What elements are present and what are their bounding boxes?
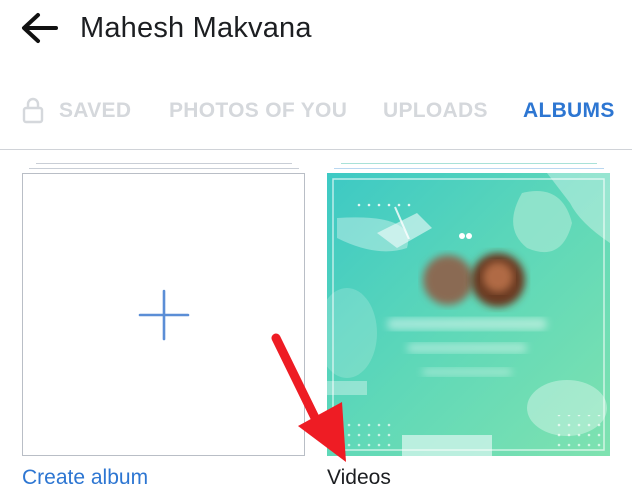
album-cover-image bbox=[327, 173, 610, 456]
album-stack-line bbox=[334, 168, 604, 169]
page-title: Mahesh Makvana bbox=[80, 12, 312, 44]
album-stack-line bbox=[29, 168, 299, 169]
tab-bar: SAVED PHOTOS OF YOU UPLOADS ALBUMS bbox=[0, 84, 632, 150]
create-album-card[interactable] bbox=[22, 173, 305, 456]
plus-icon bbox=[138, 289, 190, 341]
tab-albums[interactable]: ALBUMS bbox=[523, 99, 615, 123]
back-arrow-icon bbox=[22, 13, 58, 43]
create-album-label[interactable]: Create album bbox=[22, 466, 148, 490]
videos-album-label[interactable]: Videos bbox=[327, 466, 391, 490]
tab-uploads[interactable]: UPLOADS bbox=[383, 99, 488, 123]
tab-photos-of-you[interactable]: PHOTOS OF YOU bbox=[169, 99, 347, 123]
album-stack-line bbox=[341, 163, 597, 164]
back-button[interactable] bbox=[18, 10, 60, 50]
album-stack-line bbox=[36, 163, 292, 164]
top-bar: Mahesh Makvana bbox=[0, 0, 632, 64]
tab-saved[interactable]: SAVED bbox=[59, 99, 131, 123]
facebook-photos-page: Mahesh Makvana SAVED PHOTOS OF YOU UPLOA… bbox=[0, 0, 632, 500]
videos-album-cover[interactable] bbox=[327, 173, 610, 456]
